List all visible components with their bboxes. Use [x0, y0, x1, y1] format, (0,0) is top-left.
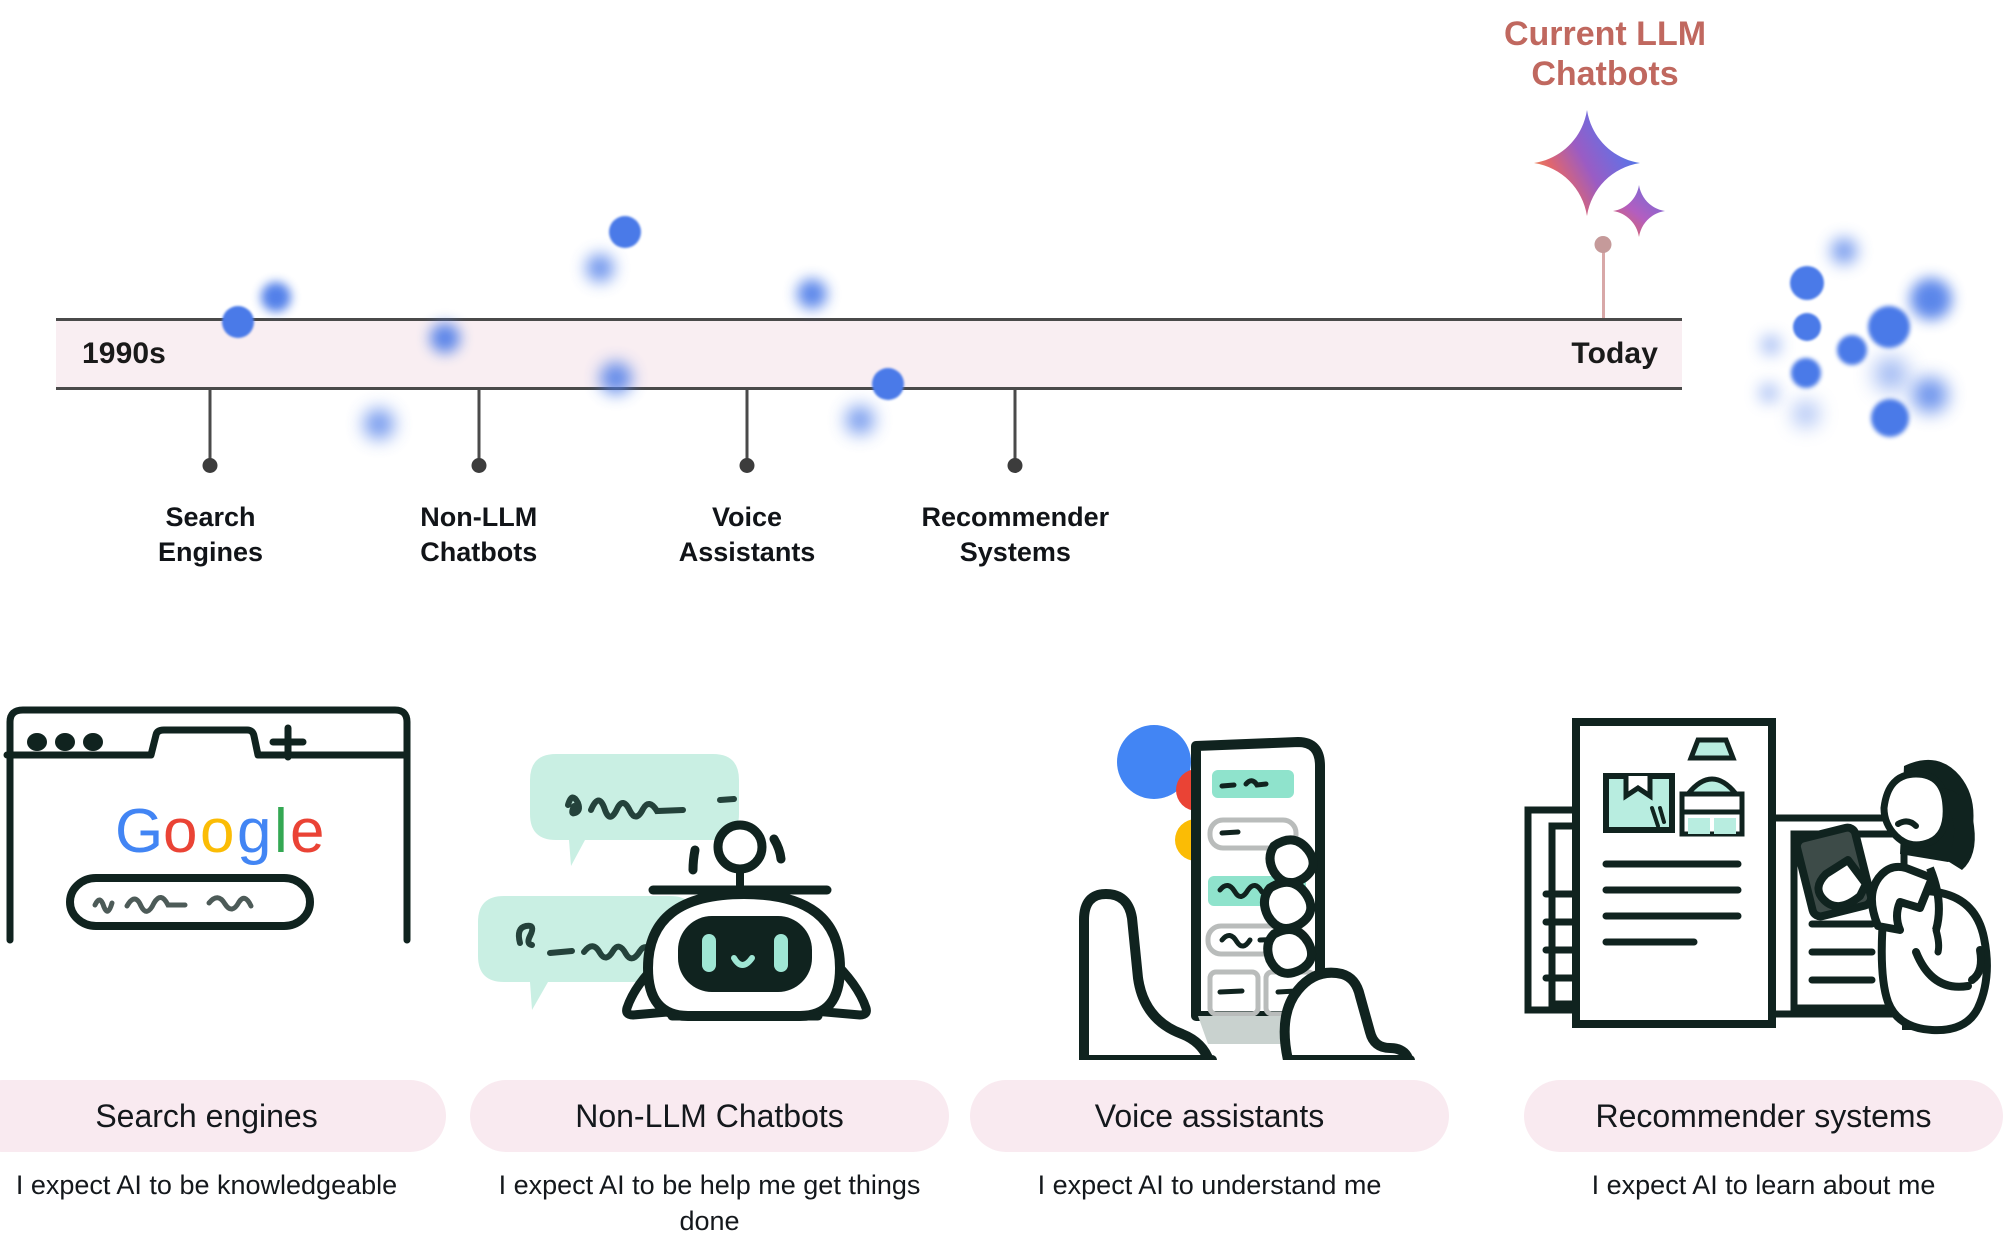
card-pill-recommender-systems: Recommender systems [1524, 1080, 2003, 1152]
card-search-engines: G o o g l e Search engines I expect AI t [0, 700, 458, 1240]
timeline-tick-3 [1005, 390, 1025, 473]
card-pill-voice-assistants: Voice assistants [970, 1080, 1449, 1152]
cluster-blue-dot-10 [1912, 377, 1948, 413]
sparkle-small-icon [1613, 185, 1665, 237]
timeline-band: 1990s Today [56, 318, 1682, 390]
search-engine-browser-illustration: G o o g l e [0, 700, 458, 1060]
pill-label: Non-LLM Chatbots [575, 1097, 844, 1134]
cluster-blue-dot-8 [1910, 278, 1952, 320]
cluster-blue-dot-1 [1831, 238, 1857, 264]
timeline-blue-dot-2 [609, 216, 641, 248]
cluster-blue-dot-9 [1875, 358, 1907, 390]
cluster-blue-dot-6 [1760, 384, 1778, 402]
card-pill-non-llm-chatbots: Non-LLM Chatbots [470, 1080, 949, 1152]
card-subtitle: I expect AI to be help me get things don… [498, 1170, 921, 1236]
card-voice-assistants: Voice assistants I expect AI to understa… [958, 700, 1461, 1240]
timeline-blue-dot-7 [797, 279, 827, 309]
card-subtitle: I expect AI to be knowledgeable [15, 1170, 398, 1200]
timeline-tick-0 [200, 390, 220, 473]
card-non-llm-chatbots: Non-LLM Chatbots I expect AI to be help … [458, 700, 961, 1240]
svg-text:e: e [290, 797, 324, 866]
cluster-blue-dot-11 [1871, 399, 1909, 437]
timeline-tick-2 [737, 390, 757, 473]
cluster-blue-dot-2 [1793, 313, 1821, 341]
timeline-tick-1 [469, 390, 489, 473]
page-title: Current LLM Chatbots [1503, 15, 1707, 94]
card-recommender-systems: Recommender systems I expect AI to learn… [1512, 700, 2012, 1240]
today-marker-dot [1594, 236, 1612, 253]
cluster-blue-dot-0 [1790, 266, 1824, 300]
infographic-canvas: Current LLM Chatbots 1990s Today Search … [0, 0, 2012, 1244]
pill-label: Recommender systems [1595, 1097, 1932, 1134]
timeline-end-label: Today [1571, 337, 1658, 370]
cluster-blue-dot-7 [1868, 306, 1910, 348]
recommender-catalog-illustration [1512, 700, 2012, 1060]
cluster-blue-dot-4 [1837, 335, 1867, 365]
card-subtitle: I expect AI to learn about me [1591, 1170, 1936, 1200]
voice-assistant-phone-illustration [958, 700, 1461, 1060]
cluster-blue-dot-5 [1791, 358, 1821, 388]
pill-label: Voice assistants [1094, 1097, 1325, 1134]
svg-text:o: o [200, 797, 234, 866]
timeline-blue-dot-5 [364, 409, 394, 439]
timeline-blue-dot-9 [846, 406, 874, 434]
svg-text:o: o [163, 797, 197, 866]
timeline-blue-dot-1 [261, 282, 291, 312]
svg-text:l: l [274, 797, 288, 866]
timeline-tick-label-3: Recommender Systems [921, 502, 1110, 567]
chatbot-robot-illustration [458, 700, 961, 1060]
card-subtitle: I expect AI to understand me [1037, 1170, 1382, 1200]
svg-text:G: G [115, 797, 163, 866]
card-pill-search-engines: Search engines [0, 1080, 446, 1152]
pill-label: Search engines [95, 1097, 318, 1134]
cluster-blue-dot-12 [1794, 402, 1818, 426]
svg-text:g: g [237, 797, 271, 866]
timeline-blue-dot-3 [586, 254, 614, 282]
timeline-start-label: 1990s [82, 337, 166, 370]
cluster-blue-dot-3 [1762, 336, 1780, 354]
